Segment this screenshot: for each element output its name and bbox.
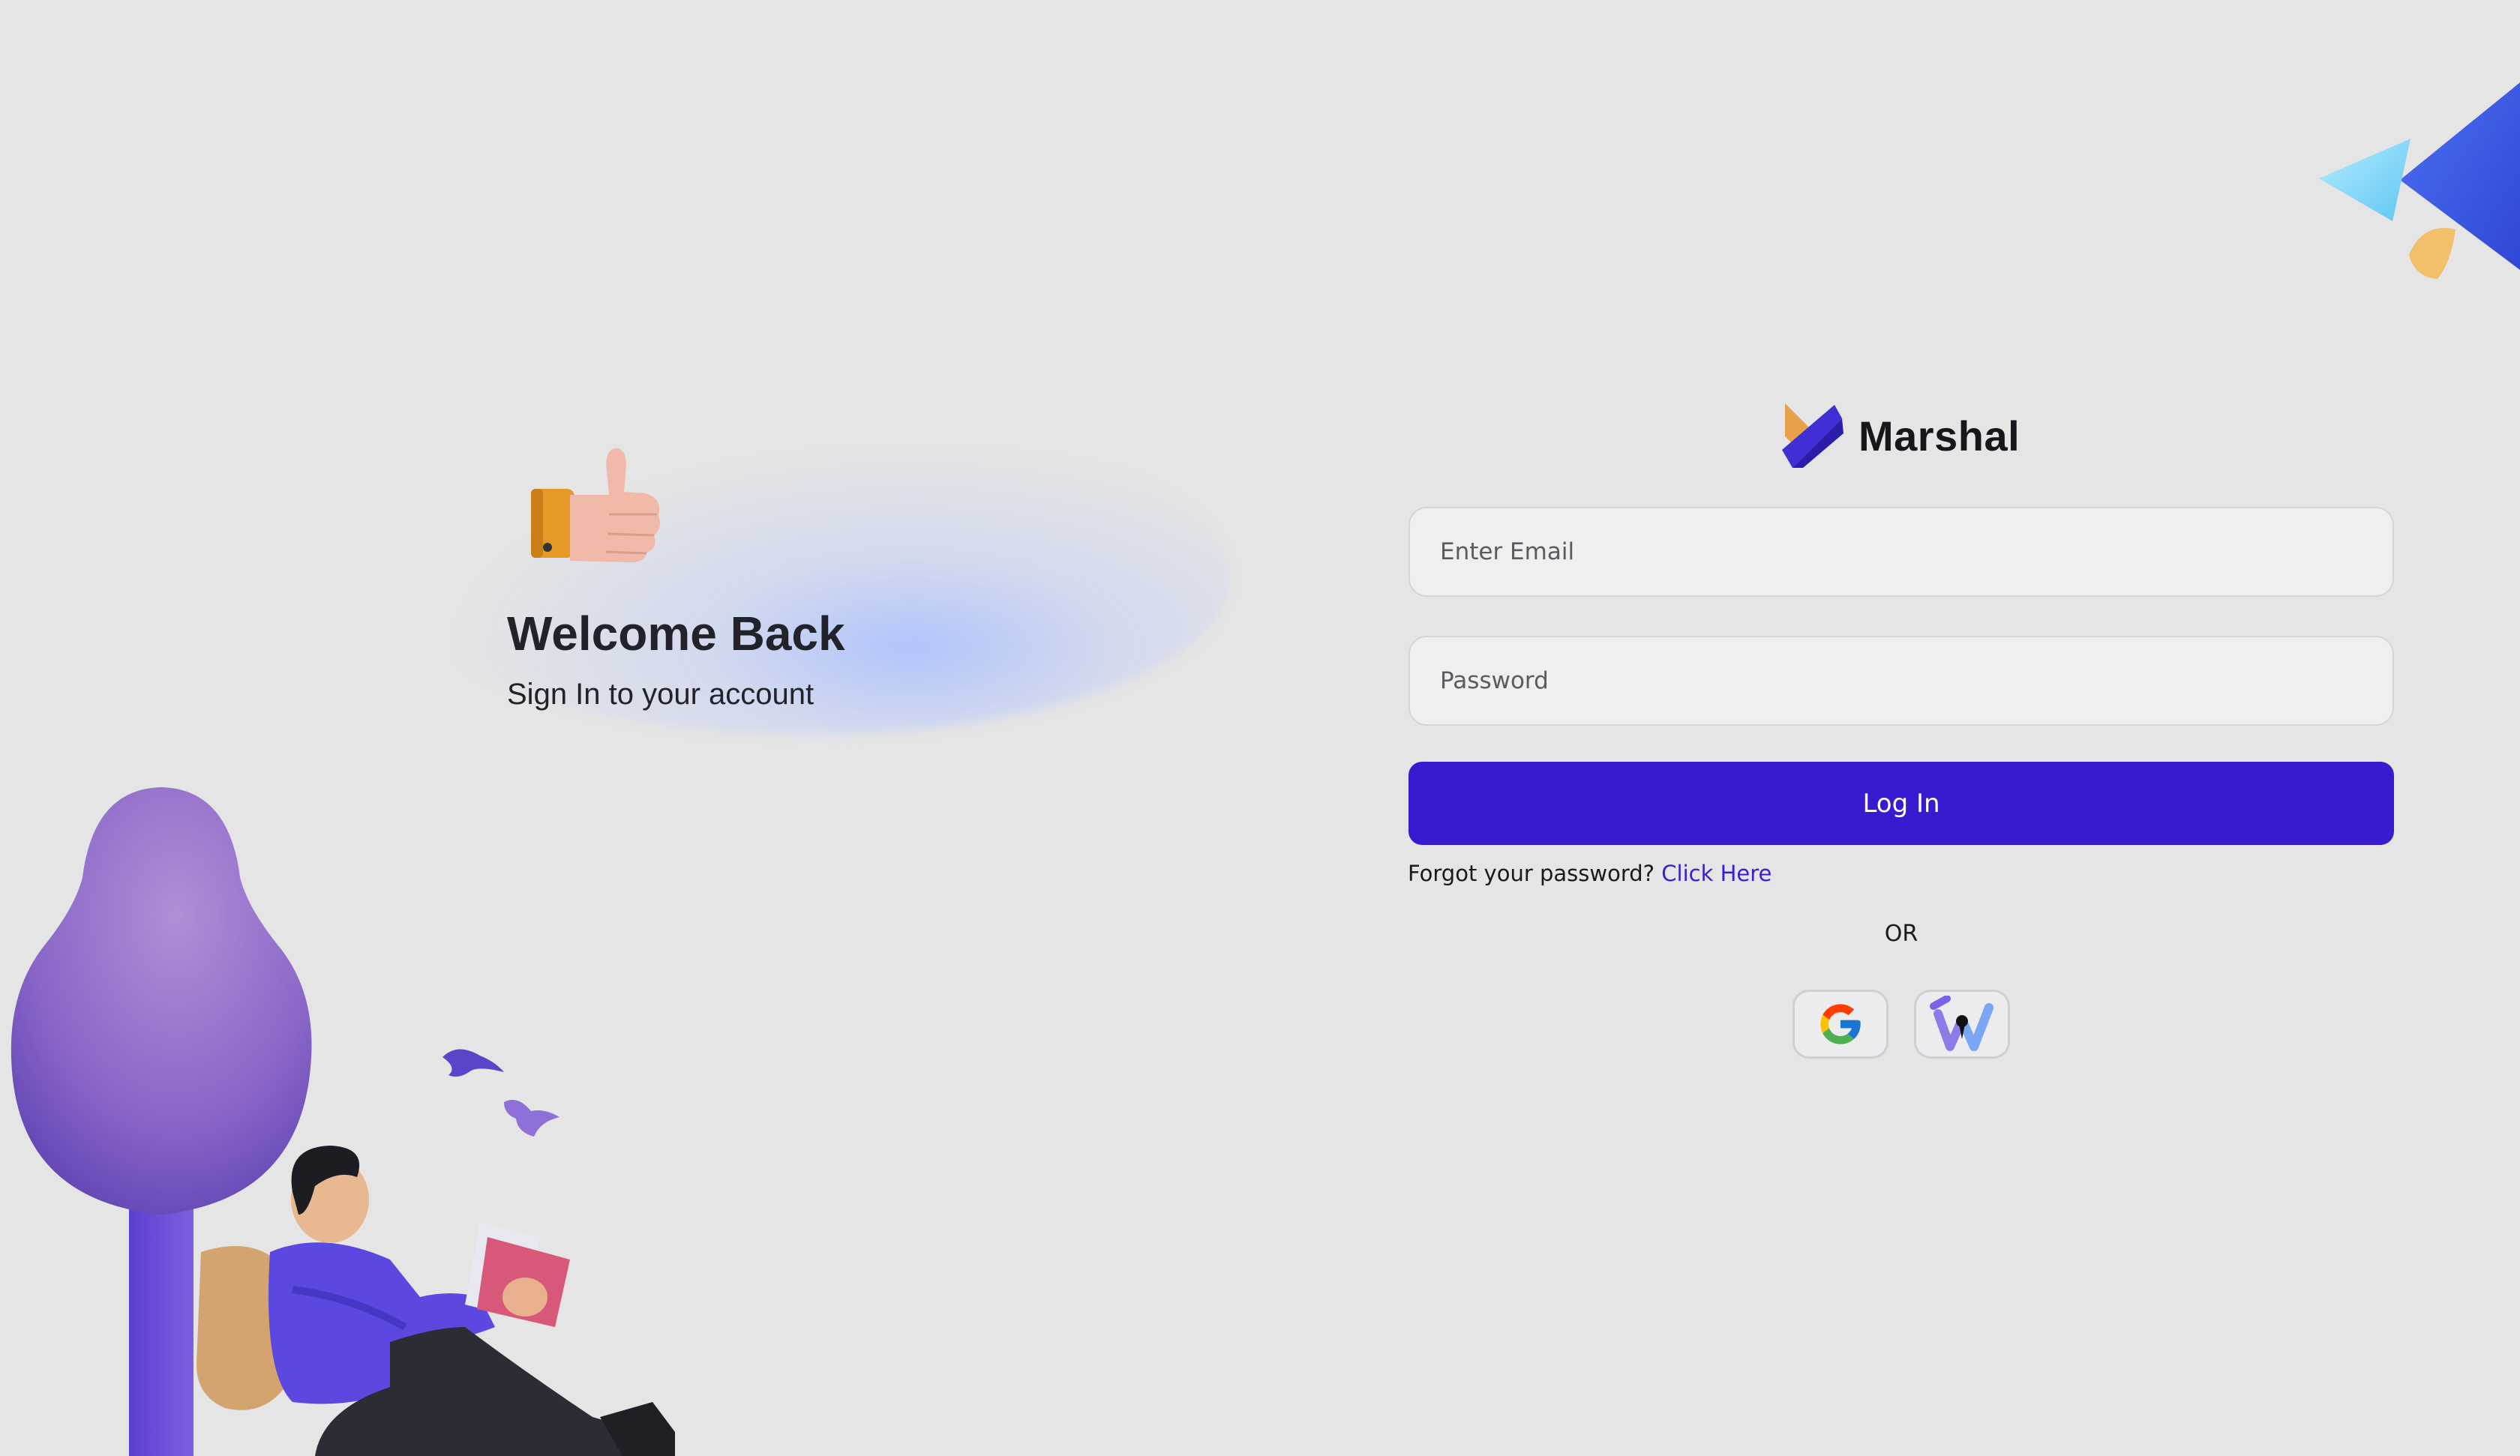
w-logo-icon bbox=[1930, 996, 1994, 1051]
brand-name: Marshal bbox=[1858, 412, 2020, 460]
forgot-password-row: Forgot your password? Click Here bbox=[1408, 861, 1772, 886]
email-field[interactable] bbox=[1408, 507, 2394, 597]
login-page: Welcome Back Sign In to your account Mar… bbox=[0, 0, 2520, 1456]
google-login-button[interactable] bbox=[1792, 990, 1888, 1059]
welcome-title: Welcome Back bbox=[507, 607, 845, 661]
brand: Marshal bbox=[1782, 402, 2020, 469]
w-login-button[interactable] bbox=[1914, 990, 2010, 1059]
or-divider-text: OR bbox=[1884, 921, 1918, 947]
reading-person-illustration bbox=[10, 787, 675, 1456]
forgot-password-text: Forgot your password? bbox=[1408, 861, 1655, 886]
marshal-logo-icon bbox=[1782, 403, 1844, 468]
welcome-subtitle: Sign In to your account bbox=[507, 678, 814, 711]
password-field[interactable] bbox=[1408, 636, 2394, 726]
google-icon bbox=[1820, 1004, 1861, 1044]
forgot-password-link[interactable]: Click Here bbox=[1661, 861, 1772, 886]
login-button[interactable]: Log In bbox=[1408, 762, 2394, 845]
decorative-shapes bbox=[2319, 82, 2520, 279]
thumbs-up-icon bbox=[531, 448, 660, 562]
